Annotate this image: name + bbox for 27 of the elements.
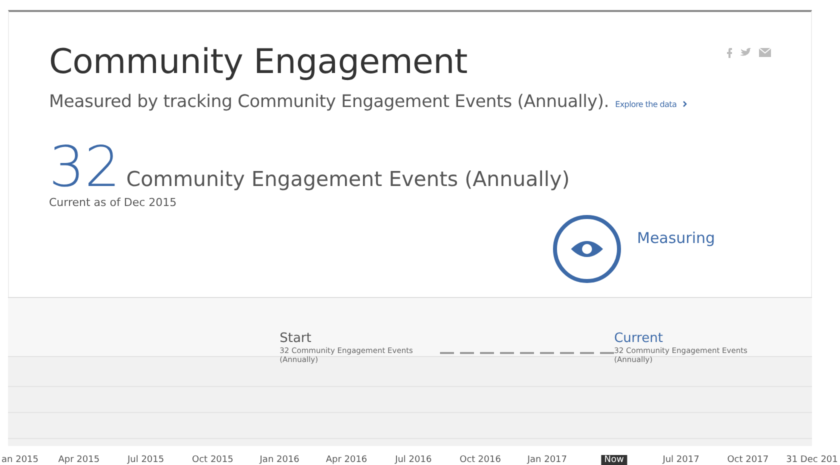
axis-label: 31 Dec 201 <box>786 455 838 465</box>
axis-label: Jan 2017 <box>527 455 567 465</box>
axis-label: Oct 2017 <box>727 455 769 465</box>
axis-label: Apr 2015 <box>58 455 100 465</box>
chevron-right-icon <box>682 101 687 107</box>
axis-label: Jul 2017 <box>662 455 700 465</box>
status-label: Measuring <box>637 229 716 247</box>
facebook-icon[interactable] <box>726 48 732 58</box>
axis-label: an 2015 <box>2 455 38 465</box>
marker-title: Start <box>280 332 312 346</box>
axis-label: Jul 2016 <box>395 455 432 465</box>
axis-label: Jul 2015 <box>127 455 164 465</box>
page-title: Community Engagement <box>49 42 468 82</box>
axis-label: Jan 2016 <box>260 455 300 465</box>
explore-link[interactable]: Explore the data <box>615 100 677 109</box>
marker-title: Current <box>614 332 664 346</box>
bird-icon[interactable] <box>740 48 751 57</box>
subtitle: Measured by tracking Community Engagement Events (Annually). <box>49 92 610 112</box>
axis-label: Apr 2016 <box>326 455 368 465</box>
as-of-date: Current as of Dec 2015 <box>49 196 178 209</box>
now-marker: Now <box>601 455 627 465</box>
axis-label: Oct 2015 <box>192 455 234 465</box>
metric-unit: Community Engagement Events (Annually) <box>126 167 570 191</box>
mail-icon[interactable] <box>759 48 771 57</box>
axis-label: Oct 2016 <box>460 455 501 465</box>
metric-value: 32 <box>49 140 120 196</box>
eye-icon <box>551 213 623 285</box>
